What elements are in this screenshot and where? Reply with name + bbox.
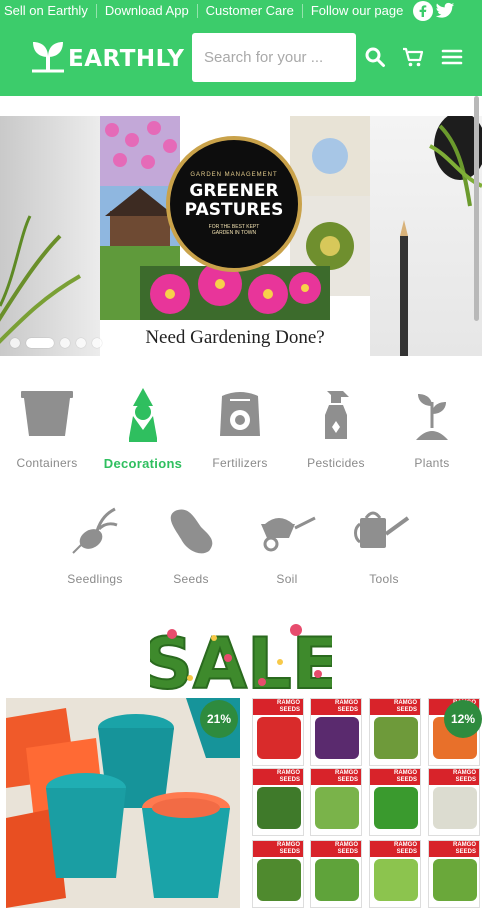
- carousel-dot[interactable]: [76, 338, 86, 348]
- seed-packet: RAMGOSEEDS: [252, 698, 304, 766]
- seed-packet: RAMGOSEEDS: [310, 768, 362, 836]
- discount-badge: 12%: [444, 700, 482, 738]
- category-label: Tools: [369, 572, 399, 586]
- category-label: Decorations: [103, 456, 183, 471]
- promo-badge: GARDEN MANAGEMENT GREENER PASTURES FOR T…: [166, 136, 302, 272]
- search-input[interactable]: [192, 33, 356, 82]
- category-label: Containers: [16, 456, 78, 470]
- seed-packet: RAMGOSEEDS: [369, 768, 421, 836]
- radish-icon: [65, 500, 125, 560]
- header-bar: Sell on Earthly Download App Customer Ca…: [0, 0, 482, 96]
- gnome-icon: [113, 384, 173, 444]
- badge-title-2: PASTURES: [184, 200, 284, 220]
- menu-icon[interactable]: [441, 46, 463, 68]
- fertilizer-bag-icon: [210, 384, 270, 444]
- sale-banner: SALE: [141, 618, 340, 706]
- carousel-dot[interactable]: [10, 338, 20, 348]
- cart-icon[interactable]: [402, 46, 424, 68]
- category-soil[interactable]: Soil: [242, 500, 332, 586]
- category-pesticides[interactable]: Pesticides: [291, 384, 381, 470]
- search-icon[interactable]: [364, 46, 386, 68]
- product-card-pots[interactable]: 21%: [6, 698, 240, 908]
- top-links: Sell on Earthly Download App Customer Ca…: [0, 0, 482, 22]
- seed-packet: RAMGOSEEDS: [369, 840, 421, 908]
- carousel-dot[interactable]: [60, 338, 70, 348]
- category-label: Fertilizers: [212, 456, 268, 470]
- facebook-icon[interactable]: [413, 1, 434, 21]
- wheelbarrow-icon: [257, 500, 317, 560]
- brand-logo[interactable]: EARTHLY: [30, 39, 184, 78]
- seed-packet: RAMGOSEEDS: [428, 768, 480, 836]
- category-label: Seedlings: [67, 572, 123, 586]
- pot-icon: [17, 384, 77, 444]
- slide-current: GARDEN MANAGEMENT GREENER PASTURES FOR T…: [100, 116, 370, 356]
- category-tools[interactable]: Tools: [339, 500, 429, 586]
- category-label: Soil: [276, 572, 298, 586]
- category-label: Plants: [414, 456, 450, 470]
- discount-badge: 21%: [200, 700, 238, 738]
- follow-link[interactable]: Follow our page: [303, 4, 412, 18]
- badge-top-text: GARDEN MANAGEMENT: [190, 172, 278, 178]
- slide-prev-image: [0, 116, 100, 356]
- seed-packet: RAMGOSEEDS: [369, 698, 421, 766]
- carousel-dots: [10, 338, 102, 348]
- badge-title-1: GREENER: [189, 181, 279, 201]
- sell-link[interactable]: Sell on Earthly: [0, 4, 97, 18]
- bean-icon: [161, 500, 221, 560]
- twitter-icon[interactable]: [435, 1, 455, 21]
- category-fertilizers[interactable]: Fertilizers: [195, 384, 285, 470]
- watering-can-icon: [354, 500, 414, 560]
- seed-packet: RAMGOSEEDS: [310, 698, 362, 766]
- seed-packet: RAMGOSEEDS: [252, 768, 304, 836]
- brand-name: EARTHLY: [68, 45, 185, 72]
- product-card-seeds[interactable]: RAMGO SEEDS RAMGO SEEDS RAMGO SEEDS RAMGO SE…: [252, 698, 482, 908]
- category-label: Seeds: [173, 572, 209, 586]
- page-scrollbar[interactable]: [474, 96, 479, 321]
- spray-bottle-icon: [306, 384, 366, 444]
- category-seedlings[interactable]: Seedlings: [50, 500, 140, 586]
- seed-packet: RAMGOSEEDS: [310, 840, 362, 908]
- seed-packet: RAMGOSEEDS: [428, 840, 480, 908]
- download-app-link[interactable]: Download App: [97, 4, 198, 18]
- category-decorations[interactable]: Decorations: [98, 384, 188, 471]
- category-label: Pesticides: [307, 456, 365, 470]
- sale-title: SALE: [150, 623, 332, 696]
- sprout-icon: [402, 384, 462, 444]
- seed-packet: RAMGOSEEDS: [252, 840, 304, 908]
- slide-caption: Need Gardening Done?: [100, 320, 370, 356]
- customer-care-link[interactable]: Customer Care: [198, 4, 303, 18]
- category-containers[interactable]: Containers: [2, 384, 92, 470]
- slide-next-image: [370, 116, 482, 356]
- promo-carousel[interactable]: GARDEN MANAGEMENT GREENER PASTURES FOR T…: [0, 116, 482, 356]
- category-plants[interactable]: Plants: [387, 384, 477, 470]
- carousel-dot[interactable]: [92, 338, 102, 348]
- category-seeds[interactable]: Seeds: [146, 500, 236, 586]
- sprout-logo-icon: [30, 39, 66, 78]
- carousel-dot-active[interactable]: [26, 338, 54, 348]
- badge-subtitle: FOR THE BEST KEPT GARDEN IN TOWN: [208, 224, 260, 236]
